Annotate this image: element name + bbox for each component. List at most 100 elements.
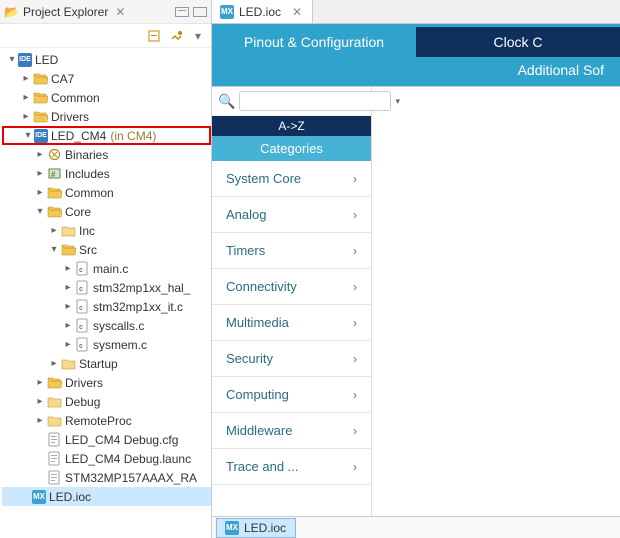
folder-icon (60, 356, 76, 372)
tree-node-syscalls-c[interactable]: ▸syscalls.c (2, 316, 211, 335)
c-file-icon (74, 318, 90, 334)
binaries-icon (46, 147, 62, 163)
twistie-icon[interactable]: ▾ (48, 244, 60, 255)
twistie-icon[interactable]: ▸ (62, 301, 74, 312)
twistie-icon[interactable]: ▸ (48, 225, 60, 236)
cat-item-trace[interactable]: Trace and ...› (212, 449, 371, 485)
file-icon (46, 432, 62, 448)
editor-area: MX LED.ioc ✕ Pinout & Configuration Cloc… (212, 0, 620, 538)
folder-icon (46, 375, 62, 391)
twistie-icon[interactable]: ▾ (34, 206, 46, 217)
tree-node-remoteproc[interactable]: ▸RemoteProc (2, 411, 211, 430)
tree-node-common[interactable]: ▸Common (2, 88, 211, 107)
search-input[interactable] (239, 91, 391, 111)
cat-item-multimedia[interactable]: Multimedia› (212, 305, 371, 341)
tree-node-includes[interactable]: ▸Includes (2, 164, 211, 183)
cat-item-timers[interactable]: Timers› (212, 233, 371, 269)
cat-item-security[interactable]: Security› (212, 341, 371, 377)
search-icon[interactable]: 🔍 (218, 93, 235, 110)
cat-item-computing[interactable]: Computing› (212, 377, 371, 413)
view-menu-icon[interactable]: ▾ (191, 29, 205, 43)
tree-node-ca7[interactable]: ▸CA7 (2, 69, 211, 88)
tree-node-debug-launch[interactable]: LED_CM4 Debug.launc (2, 449, 211, 468)
chevron-right-icon: › (353, 460, 357, 474)
view-toolbar: ▾ (0, 24, 211, 48)
tree-node-startup[interactable]: ▸Startup (2, 354, 211, 373)
tree-node-hal-c[interactable]: ▸stm32mp1xx_hal_ (2, 278, 211, 297)
twistie-icon[interactable]: ▾ (6, 54, 18, 65)
tree-node-rawbin[interactable]: STM32MP157AAAX_RA (2, 468, 211, 487)
additional-software-link[interactable]: Additional Sof (518, 62, 620, 84)
categories-tab[interactable]: Categories (212, 136, 371, 161)
folder-icon (46, 204, 62, 220)
tree-node-core[interactable]: ▾Core (2, 202, 211, 221)
chevron-right-icon: › (353, 424, 357, 438)
bottom-tab-led-ioc[interactable]: MX LED.ioc (216, 518, 296, 538)
tree-node-inc[interactable]: ▸Inc (2, 221, 211, 240)
tab-pinout-config[interactable]: Pinout & Configuration (212, 27, 416, 57)
folder-icon (32, 109, 48, 125)
includes-icon (46, 166, 62, 182)
tree-node-led-cm4[interactable]: ▾IDELED_CM4(in CM4) (2, 126, 211, 145)
tree-root-led[interactable]: ▾IDELED (2, 50, 211, 69)
c-file-icon (74, 261, 90, 277)
tree-node-common2[interactable]: ▸Common (2, 183, 211, 202)
tree-node-main-c[interactable]: ▸main.c (2, 259, 211, 278)
cat-item-system-core[interactable]: System Core› (212, 161, 371, 197)
twistie-icon[interactable]: ▸ (20, 111, 32, 122)
folder-icon (32, 90, 48, 106)
tab-clock-config[interactable]: Clock C (416, 27, 620, 57)
chevron-right-icon: › (353, 316, 357, 330)
twistie-icon[interactable]: ▾ (22, 130, 34, 141)
tree-node-sysmem-c[interactable]: ▸sysmem.c (2, 335, 211, 354)
close-view-icon[interactable]: ✕ (113, 5, 127, 19)
tree-node-led-ioc[interactable]: MXLED.ioc (2, 487, 211, 506)
folder-decor-icon: 📂 (4, 5, 19, 19)
twistie-icon[interactable]: ▸ (34, 396, 46, 407)
sort-az-tab[interactable]: A->Z (212, 116, 371, 136)
cat-item-analog[interactable]: Analog› (212, 197, 371, 233)
tree-node-binaries[interactable]: ▸Binaries (2, 145, 211, 164)
maximize-icon[interactable] (193, 7, 207, 17)
twistie-icon[interactable]: ▸ (20, 73, 32, 84)
chevron-right-icon: › (353, 244, 357, 258)
editor-tab-led-ioc[interactable]: MX LED.ioc ✕ (212, 0, 313, 23)
collapse-all-icon[interactable] (147, 29, 161, 43)
tree-node-debug-cfg[interactable]: LED_CM4 Debug.cfg (2, 430, 211, 449)
tree-node-drivers[interactable]: ▸Drivers (2, 107, 211, 126)
link-editor-icon[interactable] (169, 29, 183, 43)
project-tree[interactable]: ▾IDELED ▸CA7 ▸Common ▸Drivers ▾IDELED_CM… (0, 48, 211, 538)
cat-item-connectivity[interactable]: Connectivity› (212, 269, 371, 305)
tree-node-debug[interactable]: ▸Debug (2, 392, 211, 411)
chevron-right-icon: › (353, 208, 357, 222)
config-canvas[interactable] (372, 87, 620, 516)
twistie-icon[interactable]: ▸ (34, 415, 46, 426)
c-file-icon (74, 280, 90, 296)
folder-icon (46, 394, 62, 410)
pane-header: 📂 Project Explorer ✕ (0, 0, 211, 24)
twistie-icon[interactable]: ▸ (34, 168, 46, 179)
folder-icon (46, 185, 62, 201)
close-tab-icon[interactable]: ✕ (290, 5, 304, 19)
twistie-icon[interactable]: ▸ (62, 320, 74, 331)
twistie-icon[interactable]: ▸ (62, 263, 74, 274)
twistie-icon[interactable]: ▸ (20, 92, 32, 103)
c-file-icon (74, 337, 90, 353)
category-list: System Core› Analog› Timers› Connectivit… (212, 161, 371, 516)
tree-node-it-c[interactable]: ▸stm32mp1xx_it.c (2, 297, 211, 316)
mx-file-icon: MX (225, 521, 239, 535)
twistie-icon[interactable]: ▸ (34, 149, 46, 160)
minimize-icon[interactable] (175, 7, 189, 17)
search-row: 🔍 ▾ (212, 87, 371, 116)
twistie-icon[interactable]: ▸ (48, 358, 60, 369)
tree-node-drivers2[interactable]: ▸Drivers (2, 373, 211, 392)
file-icon (46, 470, 62, 486)
cat-item-middleware[interactable]: Middleware› (212, 413, 371, 449)
twistie-icon[interactable]: ▸ (62, 282, 74, 293)
tree-node-src[interactable]: ▾Src (2, 240, 211, 259)
twistie-icon[interactable]: ▸ (62, 339, 74, 350)
folder-icon (60, 242, 76, 258)
twistie-icon[interactable]: ▸ (34, 377, 46, 388)
chevron-right-icon: › (353, 352, 357, 366)
twistie-icon[interactable]: ▸ (34, 187, 46, 198)
